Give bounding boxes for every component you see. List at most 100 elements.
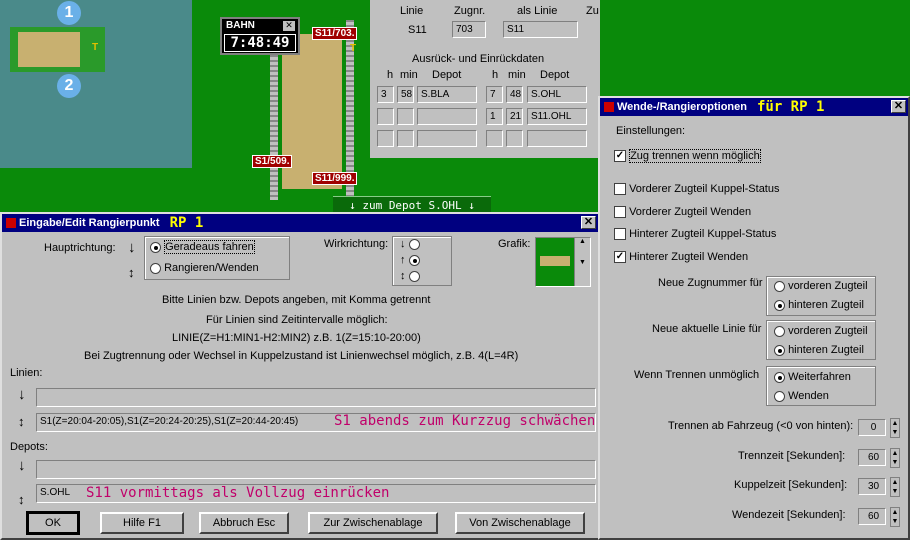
signal-label-s11-703[interactable]: S11/703. xyxy=(312,27,358,40)
radio-rangieren[interactable]: Rangieren/Wenden xyxy=(150,262,259,274)
depots-top-field[interactable] xyxy=(36,460,596,479)
checkbox-icon[interactable] xyxy=(614,206,626,219)
zugnr-field[interactable]: 703 xyxy=(452,21,486,38)
right-depot-header: Depot xyxy=(540,69,570,81)
radio-weiterfahren[interactable]: Weiterfahren xyxy=(774,371,851,383)
radio-wenden[interactable]: Wenden xyxy=(774,390,829,402)
left-h-field[interactable]: 3 xyxy=(377,86,394,103)
right-depot-field[interactable]: S.OHL xyxy=(527,86,587,103)
edit-close-button[interactable]: ✕ xyxy=(581,216,596,229)
radio-button-icon[interactable] xyxy=(408,238,420,250)
radio-button-icon[interactable] xyxy=(774,299,785,311)
wende-rangieroptionen-dialog[interactable]: Wende-/Rangieroptionen für RP 1 ✕ Einste… xyxy=(598,96,910,540)
right-h-field[interactable] xyxy=(486,130,503,147)
radio-linie-hinteren[interactable]: hinteren Zugteil xyxy=(774,344,864,356)
wendezeit-spinner[interactable]: ▲ ▼ xyxy=(890,507,900,527)
wirk-down-radio[interactable]: ↓ xyxy=(400,238,420,250)
left-min-field[interactable]: 58 xyxy=(397,86,414,103)
abbruch-button[interactable]: Abbruch Esc xyxy=(199,512,289,534)
left-h-header: h xyxy=(387,69,394,81)
radio-weiterfahren-label: Weiterfahren xyxy=(788,371,851,383)
left-h-field[interactable] xyxy=(377,108,394,125)
grafik-preview[interactable]: ▲ ▼ xyxy=(535,237,591,287)
radio-button-icon[interactable] xyxy=(150,262,161,274)
radio-button-icon[interactable] xyxy=(774,390,785,402)
wende-close-button[interactable]: ✕ xyxy=(891,100,906,113)
clock-close-button[interactable]: ✕ xyxy=(283,21,295,31)
checkbox-checked-icon[interactable]: ✓ xyxy=(614,150,626,163)
wendezeit-field[interactable]: 60 xyxy=(858,508,886,525)
trennzeit-field[interactable]: 60 xyxy=(858,449,886,466)
right-depot-field[interactable] xyxy=(527,130,587,147)
radio-wenden-label: Wenden xyxy=(788,390,829,402)
wirk-both-radio[interactable]: ↕ xyxy=(400,270,420,282)
linien-top-field[interactable] xyxy=(36,388,596,407)
grafik-label: Grafik: xyxy=(498,238,531,250)
trennen-ab-spinner[interactable]: ▲ ▼ xyxy=(890,418,900,438)
radio-button-icon[interactable] xyxy=(774,325,785,337)
als-linie-field[interactable]: S11 xyxy=(503,21,578,38)
edit-rangierpunkt-dialog[interactable]: Eingabe/Edit Rangierpunkt RP 1 ✕ Hauptri… xyxy=(0,212,600,540)
kuppelzeit-spinner[interactable]: ▲ ▼ xyxy=(890,477,900,497)
chk-hinterer-wenden[interactable]: ✓ Hinterer Zugteil Wenden xyxy=(614,251,748,264)
right-h-field[interactable]: 1 xyxy=(486,108,503,125)
radio-button-icon[interactable] xyxy=(774,371,785,383)
edit-titlebar[interactable]: Eingabe/Edit Rangierpunkt RP 1 ✕ xyxy=(2,214,598,232)
col-als-linie-header: als Linie xyxy=(517,5,558,17)
minimap-t-label: T xyxy=(92,42,99,53)
signal-label-s11-999[interactable]: S11/999. xyxy=(312,172,358,185)
right-min-field[interactable] xyxy=(506,130,523,147)
left-h-field[interactable] xyxy=(377,130,394,147)
trennen-ab-field[interactable]: 0 xyxy=(858,419,886,436)
info-line-4: Bei Zugtrennung oder Wechsel in Kuppelzu… xyxy=(84,350,519,362)
radio-linie-vorderen[interactable]: vorderen Zugteil xyxy=(774,325,868,337)
ok-button[interactable]: OK xyxy=(26,511,80,535)
left-min-field[interactable] xyxy=(397,130,414,147)
radio-button-icon[interactable] xyxy=(150,241,161,253)
radio-geradeaus[interactable]: Geradeaus fahren xyxy=(150,240,255,254)
right-min-field[interactable]: 21 xyxy=(506,108,523,125)
chk-zug-trennen[interactable]: ✓ Zug trennen wenn möglich xyxy=(614,149,761,163)
app-icon xyxy=(604,102,614,112)
zur-zwischenablage-button[interactable]: Zur Zwischenablage xyxy=(308,512,438,534)
kuppelzeit-field[interactable]: 30 xyxy=(858,478,886,495)
radio-button-icon[interactable] xyxy=(408,254,420,266)
checkbox-checked-icon[interactable]: ✓ xyxy=(614,251,626,264)
right-depot-field[interactable]: S11.OHL xyxy=(527,108,587,125)
radio-zugnr-vorderen[interactable]: vorderen Zugteil xyxy=(774,280,868,292)
left-min-field[interactable] xyxy=(397,108,414,125)
radio-zugnr-hinteren[interactable]: hinteren Zugteil xyxy=(774,299,864,311)
linien-updown-icon: ↕ xyxy=(18,414,25,429)
wende-titlebar[interactable]: Wende-/Rangieroptionen für RP 1 ✕ xyxy=(600,98,908,116)
right-h-field[interactable]: 7 xyxy=(486,86,503,103)
von-zwischenablage-button[interactable]: Von Zwischenablage xyxy=(455,512,585,534)
checkbox-icon[interactable] xyxy=(614,183,626,196)
chk-vorderer-kuppel[interactable]: Vorderer Zugteil Kuppel-Status xyxy=(614,183,779,196)
clock-window[interactable]: BAHN ✕ 7:48:49 xyxy=(220,17,300,55)
radio-button-icon[interactable] xyxy=(774,344,785,356)
hilfe-button[interactable]: Hilfe F1 xyxy=(100,512,184,534)
minimap-marker-2[interactable]: 2 xyxy=(57,74,81,98)
left-depot-field[interactable] xyxy=(417,130,477,147)
signal-label-s1-509[interactable]: S1/509. xyxy=(252,155,293,168)
wirk-up-radio[interactable]: ↑ xyxy=(400,254,420,266)
grafik-scrollbar[interactable]: ▲ ▼ xyxy=(574,238,590,286)
minimap[interactable] xyxy=(0,0,192,168)
chk-vorderer-wenden[interactable]: Vorderer Zugteil Wenden xyxy=(614,206,751,219)
arrow-updown-icon: ↕ xyxy=(128,265,135,280)
radio-button-icon[interactable] xyxy=(774,280,785,292)
minimap-marker-1[interactable]: 1 xyxy=(57,1,81,25)
trennen-unmoeglich-label: Wenn Trennen unmöglich xyxy=(634,369,760,381)
grafik-track xyxy=(540,256,570,266)
linien-annotation: S1 abends zum Kurzzug schwächen xyxy=(334,413,596,429)
right-min-field[interactable]: 48 xyxy=(506,86,523,103)
left-depot-field[interactable] xyxy=(417,108,477,125)
trennzeit-spinner[interactable]: ▲ ▼ xyxy=(890,448,900,468)
checkbox-icon[interactable] xyxy=(614,228,626,241)
depots-down-icon: ↓ xyxy=(18,457,26,474)
chk-hinterer-kuppel[interactable]: Hinterer Zugteil Kuppel-Status xyxy=(614,228,776,241)
left-min-header: min xyxy=(400,69,418,81)
radio-button-icon[interactable] xyxy=(408,270,420,282)
left-depot-field[interactable]: S.BLA xyxy=(417,86,477,103)
depots-annotation: S11 vormittags als Vollzug einrücken xyxy=(86,485,390,501)
